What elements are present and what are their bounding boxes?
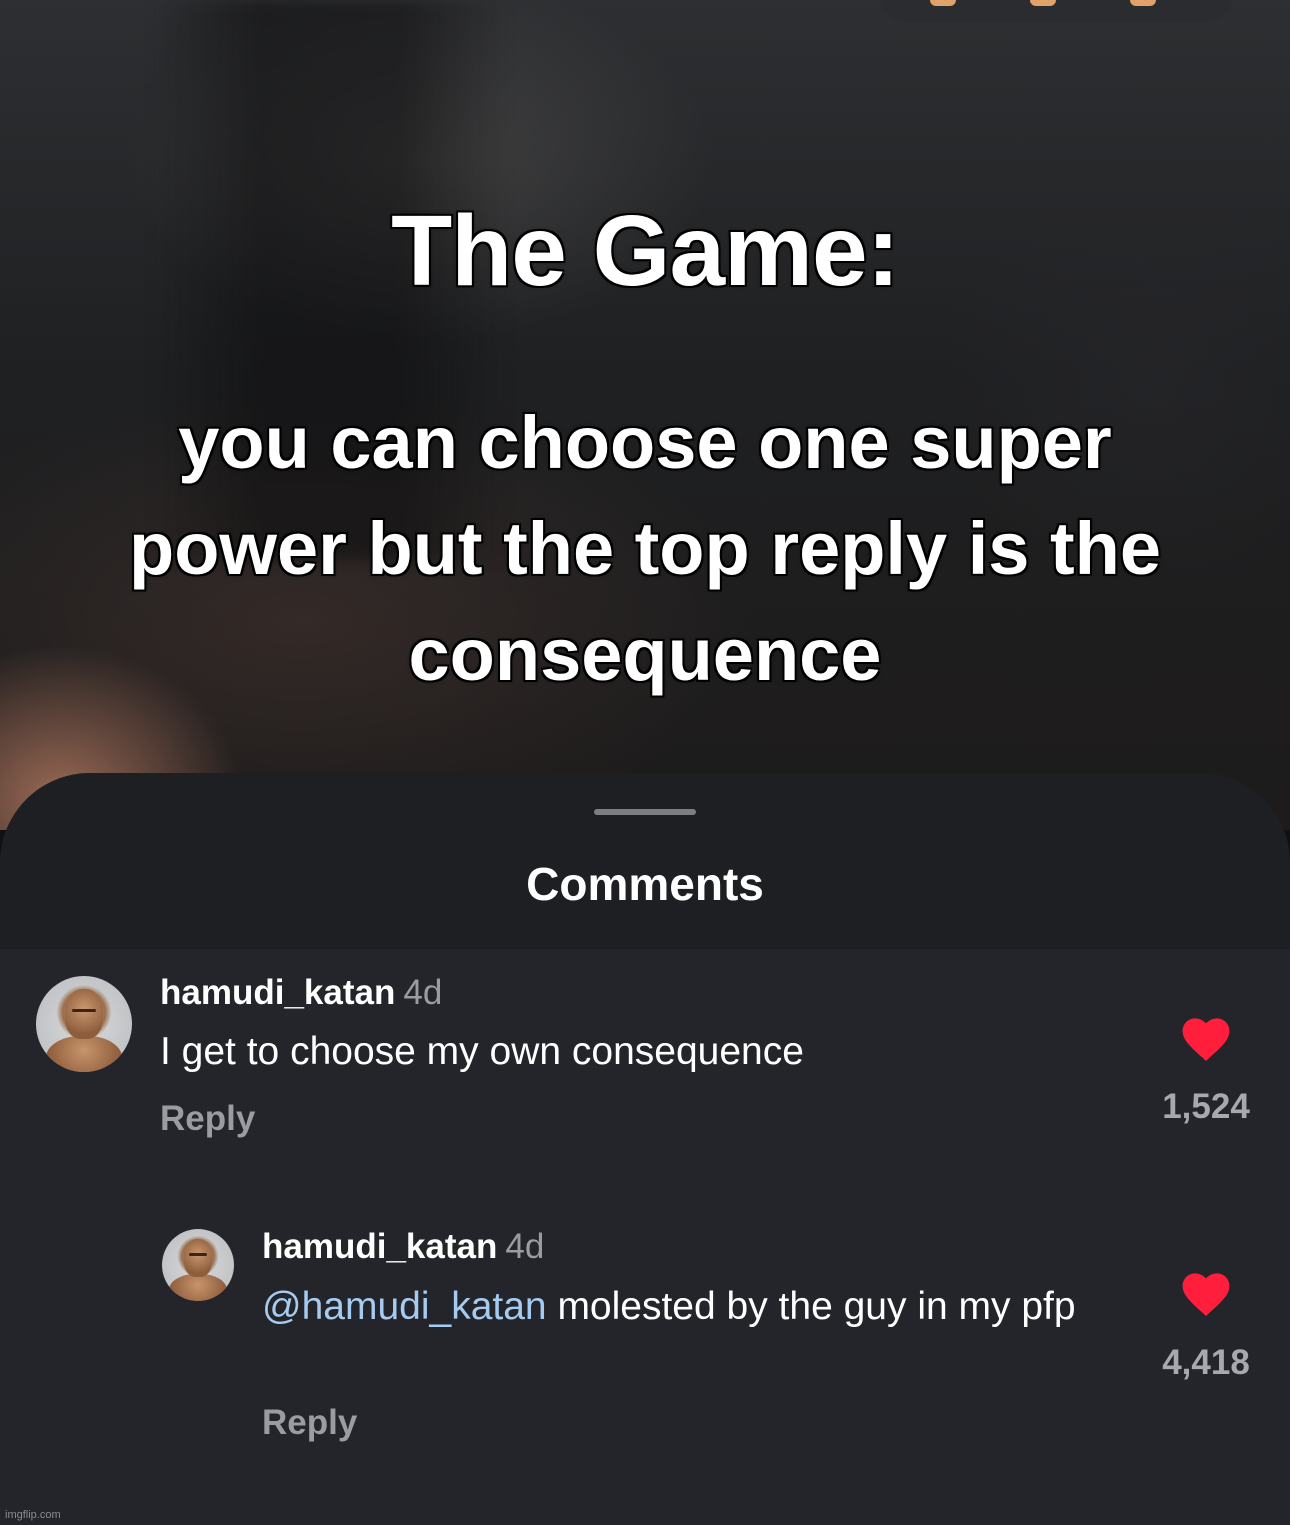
like-count: 4,418 [1162, 1343, 1250, 1382]
top-pill-indicators [930, 0, 1170, 8]
comment-text: @hamudi_katan molested by the guy in my … [262, 1282, 1122, 1332]
video-overlay-caption: you can choose one super power but the t… [129, 401, 1161, 696]
avatar-body [169, 1273, 227, 1301]
comments-sheet: Comments hamudi_katan 4d I get to choose … [0, 773, 1290, 1525]
comment-username[interactable]: hamudi_katan [160, 973, 395, 1012]
comments-title: Comments [526, 858, 764, 910]
sheet-grab-handle[interactable] [594, 809, 696, 815]
comment-timestamp: 4d [505, 1227, 545, 1266]
comment-text: I get to choose my own consequence [160, 1030, 804, 1073]
reply-comment-item: hamudi_katan 4d @hamudi_katan molested by… [0, 1203, 1290, 1525]
comment-mention[interactable]: @hamudi_katan [262, 1285, 547, 1328]
avatar[interactable] [36, 976, 132, 1072]
avatar-body [45, 1035, 123, 1072]
watermark: imgflip.com [5, 1509, 61, 1521]
comment-meta: hamudi_katan 4d [160, 973, 442, 1013]
comment-body: molested by the guy in my pfp [546, 1285, 1076, 1328]
comment-meta: hamudi_katan 4d [262, 1227, 544, 1267]
comment-item: hamudi_katan 4d I get to choose my own co… [0, 949, 1290, 1199]
reply-button[interactable]: Reply [262, 1403, 357, 1443]
heart-icon[interactable] [1182, 1018, 1230, 1062]
like-count: 1,524 [1162, 1087, 1250, 1126]
avatar-eyes [189, 1253, 207, 1257]
comment-username[interactable]: hamudi_katan [262, 1227, 497, 1266]
avatar-eyes [72, 1008, 96, 1013]
avatar[interactable] [162, 1229, 234, 1301]
heart-icon[interactable] [1182, 1273, 1230, 1317]
comment-timestamp: 4d [403, 973, 443, 1012]
video-overlay-title: The Game: [391, 195, 900, 307]
avatar-face [64, 989, 104, 1040]
avatar-face [183, 1239, 213, 1277]
comments-header: Comments [0, 773, 1290, 949]
reply-button[interactable]: Reply [160, 1099, 255, 1139]
